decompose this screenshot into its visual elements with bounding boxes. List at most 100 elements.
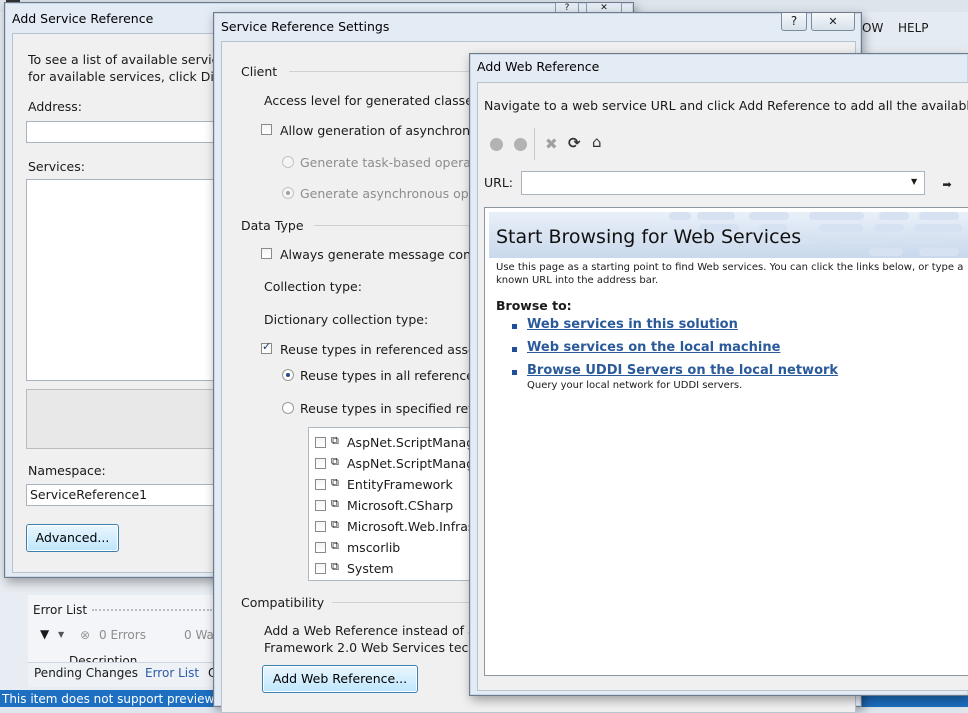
assembly-name: Microsoft.Web.Infras xyxy=(347,519,475,534)
assembly-name: Microsoft.CSharp xyxy=(347,498,454,513)
assemblies-list[interactable]: ⧉ AspNet.ScriptManage ⧉ AspNet.ScriptMan… xyxy=(308,427,482,581)
url-label: URL: xyxy=(484,175,514,190)
list-item[interactable]: ⧉ System xyxy=(309,559,477,579)
instruction-text: Navigate to a web service URL and click … xyxy=(484,98,968,113)
allow-async-checkbox[interactable] xyxy=(261,124,272,135)
go-button[interactable]: ➡ xyxy=(939,179,955,191)
compat-group-line xyxy=(332,602,472,603)
list-item[interactable]: ⧉ AspNet.ScriptManage xyxy=(309,433,482,453)
chevron-down-icon[interactable]: ▼ xyxy=(58,630,64,639)
namespace-input[interactable]: ServiceReference1 xyxy=(26,484,226,506)
client-group-label: Client xyxy=(241,64,278,79)
error-list-title-dots xyxy=(92,609,212,614)
status-text: This item does not support previewing xyxy=(2,692,233,706)
compat-text-line-1: Add a Web Reference instead of a xyxy=(264,623,476,638)
assembly-icon: ⧉ xyxy=(331,476,339,489)
intro-line-2: known URL into the address bar. xyxy=(496,275,659,286)
list-item[interactable]: ⧉ AspNet.ScriptManage xyxy=(309,454,482,474)
link-bullet xyxy=(512,347,517,352)
always-generate-checkbox[interactable] xyxy=(261,248,272,259)
intro-line-1: Use this page as a starting point to fin… xyxy=(496,262,964,273)
assembly-checkbox[interactable] xyxy=(315,542,326,553)
assembly-name: mscorlib xyxy=(347,540,401,555)
allow-async-label: Allow generation of asynchronou xyxy=(280,123,486,138)
task-based-label: Generate task-based operati xyxy=(300,155,480,170)
link-services-in-solution[interactable]: Web services in this solution xyxy=(527,317,738,332)
always-generate-label: Always generate message contra xyxy=(280,247,489,262)
menu-item-window-fragment[interactable]: OW xyxy=(862,21,883,35)
assembly-name: AspNet.ScriptManage xyxy=(347,456,482,471)
assembly-checkbox[interactable] xyxy=(315,458,326,469)
assembly-checkbox[interactable] xyxy=(315,500,326,511)
reuse-types-checkbox[interactable] xyxy=(261,340,272,354)
assembly-icon: ⧉ xyxy=(331,497,339,510)
access-level-label: Access level for generated classes: xyxy=(264,93,484,108)
list-item[interactable]: ⧉ EntityFramework xyxy=(309,475,477,495)
link-bullet xyxy=(512,324,517,329)
address-label: Address: xyxy=(28,99,82,114)
collection-type-label: Collection type: xyxy=(264,279,362,294)
reuse-all-label: Reuse types in all referenced xyxy=(300,368,482,383)
assembly-icon: ⧉ xyxy=(331,560,339,573)
assembly-checkbox[interactable] xyxy=(315,437,326,448)
compat-group-label: Compatibility xyxy=(241,595,325,610)
dialog-title: Service Reference Settings xyxy=(221,19,390,34)
datatype-group-line xyxy=(314,225,474,226)
banner: Start Browsing for Web Services xyxy=(489,212,968,258)
help-button[interactable]: ? xyxy=(781,13,807,31)
advanced-button[interactable]: Advanced... xyxy=(26,524,119,552)
link-services-local-machine[interactable]: Web services on the local machine xyxy=(527,340,780,355)
list-item[interactable]: ⧉ Microsoft.CSharp xyxy=(309,496,477,516)
tab-error-list[interactable]: Error List xyxy=(145,666,199,680)
uddi-description: Query your local network for UDDI server… xyxy=(527,380,743,391)
browser-content: Start Browsing for Web Services Use this… xyxy=(484,207,968,676)
stop-icon[interactable]: ✖ xyxy=(545,135,558,153)
home-icon[interactable]: ⌂ xyxy=(592,133,602,151)
dialog-title: Add Service Reference xyxy=(12,11,154,26)
tab-pending-changes[interactable]: Pending Changes xyxy=(34,666,138,680)
intro-line-2: for available services, click Disco xyxy=(28,69,235,84)
url-dropdown-icon[interactable]: ▼ xyxy=(911,177,917,186)
assembly-checkbox[interactable] xyxy=(315,563,326,574)
dictionary-type-label: Dictionary collection type: xyxy=(264,312,429,327)
assembly-checkbox[interactable] xyxy=(315,521,326,532)
assembly-checkbox[interactable] xyxy=(315,479,326,490)
assembly-name: AspNet.ScriptManage xyxy=(347,435,482,450)
reuse-specified-radio[interactable] xyxy=(282,402,294,414)
task-based-radio[interactable] xyxy=(282,156,294,168)
reuse-all-radio[interactable] xyxy=(282,369,294,381)
close-button[interactable]: ✕ xyxy=(811,13,855,31)
assembly-icon: ⧉ xyxy=(331,434,339,447)
address-input[interactable] xyxy=(26,121,226,143)
toolbar-divider xyxy=(534,128,535,160)
assembly-icon: ⧉ xyxy=(331,539,339,552)
assembly-name: System xyxy=(347,561,394,576)
services-label: Services: xyxy=(28,159,85,174)
add-web-reference-button[interactable]: Add Web Reference... xyxy=(262,665,418,693)
error-count-icon: ⊗ xyxy=(80,628,91,642)
back-button[interactable] xyxy=(490,138,503,151)
add-web-reference-dialog: Add Web Reference Navigate to a web serv… xyxy=(469,53,968,696)
link-browse-uddi[interactable]: Browse UDDI Servers on the local network xyxy=(527,363,838,378)
datatype-group-label: Data Type xyxy=(241,218,304,233)
banner-title: Start Browsing for Web Services xyxy=(496,226,802,248)
refresh-icon[interactable]: ⟳ xyxy=(568,134,581,152)
warning-count-label[interactable]: 0 Wa xyxy=(184,628,214,642)
namespace-label: Namespace: xyxy=(28,463,106,478)
error-list-title: Error List xyxy=(33,603,88,617)
assembly-icon: ⧉ xyxy=(331,455,339,468)
list-item[interactable]: ⧉ Microsoft.Web.Infras xyxy=(309,517,477,537)
error-count-label[interactable]: 0 Errors xyxy=(99,628,146,642)
link-bullet xyxy=(512,370,517,375)
async-ops-radio[interactable] xyxy=(282,187,294,199)
url-input[interactable] xyxy=(521,171,925,195)
menu-item-help[interactable]: HELP xyxy=(898,21,929,35)
service-details-panel xyxy=(26,389,226,449)
services-tree[interactable] xyxy=(26,179,226,381)
async-ops-label: Generate asynchronous oper xyxy=(300,186,482,201)
forward-button[interactable] xyxy=(514,138,527,151)
assembly-name: EntityFramework xyxy=(347,477,453,492)
browse-to-heading: Browse to: xyxy=(496,298,572,313)
list-item[interactable]: ⧉ mscorlib xyxy=(309,538,477,558)
filter-icon[interactable]: ▼ xyxy=(40,627,49,641)
